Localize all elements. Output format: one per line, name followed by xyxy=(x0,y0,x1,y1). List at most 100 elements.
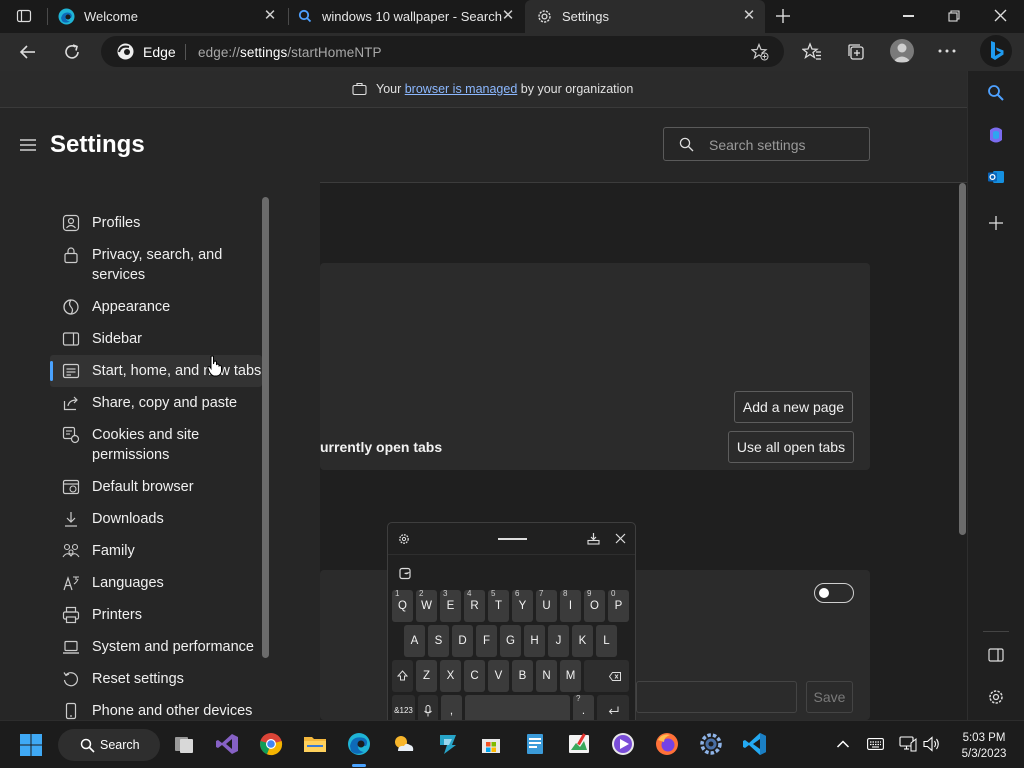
outlook-icon[interactable] xyxy=(987,168,1005,186)
key-j[interactable]: J xyxy=(548,625,569,657)
nav-item-family[interactable]: Family xyxy=(50,541,262,561)
backspace-key[interactable] xyxy=(584,660,629,692)
keyboard-header[interactable] xyxy=(388,523,635,555)
key-n[interactable]: N xyxy=(536,660,557,692)
key-i[interactable]: 8I xyxy=(560,589,581,622)
nav-item-appearance[interactable]: Appearance xyxy=(50,297,262,317)
bing-copilot-icon[interactable] xyxy=(980,35,1012,67)
key-e[interactable]: 3E xyxy=(440,589,461,622)
key-u[interactable]: 7U xyxy=(536,589,557,622)
nav-item-profiles[interactable]: Profiles xyxy=(50,213,262,233)
profile-avatar[interactable] xyxy=(890,39,914,63)
file-explorer-icon[interactable] xyxy=(302,731,328,757)
key-g[interactable]: G xyxy=(500,625,521,657)
key-c[interactable]: C xyxy=(464,660,485,692)
key-k[interactable]: K xyxy=(572,625,593,657)
shift-key[interactable] xyxy=(392,660,413,692)
add-sidebar-app-icon[interactable] xyxy=(988,215,1004,231)
notepad-icon[interactable] xyxy=(522,731,548,757)
back-icon[interactable] xyxy=(18,42,38,62)
taskbar-search-box[interactable]: Search xyxy=(58,729,160,761)
tab-settings[interactable]: Settings ✕ xyxy=(525,0,765,33)
nav-item-start-home-tabs[interactable]: Start, home, and new tabs xyxy=(50,355,262,387)
new-tab-icon[interactable] xyxy=(774,7,792,25)
volume-icon[interactable] xyxy=(923,736,941,752)
tab-actions-icon[interactable] xyxy=(16,8,32,24)
key-t[interactable]: 5T xyxy=(488,589,509,622)
keyboard-settings-icon[interactable] xyxy=(398,533,410,545)
key-x[interactable]: X xyxy=(440,660,461,692)
refresh-icon[interactable] xyxy=(62,42,82,62)
key-w[interactable]: 2W xyxy=(416,589,437,622)
emoji-clipboard-icon[interactable] xyxy=(399,567,412,580)
key-q[interactable]: 1Q xyxy=(392,589,413,622)
nav-scrollbar[interactable] xyxy=(262,197,269,658)
add-new-page-button[interactable]: Add a new page xyxy=(734,391,853,423)
use-all-open-tabs-button[interactable]: Use all open tabs xyxy=(728,431,854,463)
paint-icon[interactable] xyxy=(566,731,592,757)
keyboard-dock-icon[interactable] xyxy=(587,532,600,545)
network-icon[interactable] xyxy=(899,736,917,752)
key-z[interactable]: Z xyxy=(416,660,437,692)
keyboard-icon[interactable] xyxy=(867,738,884,750)
edge-taskbar-icon[interactable] xyxy=(346,731,372,757)
key-h[interactable]: H xyxy=(524,625,545,657)
chrome-icon[interactable] xyxy=(258,731,284,757)
key-f[interactable]: F xyxy=(476,625,497,657)
nav-item-printers[interactable]: Printers xyxy=(50,605,262,625)
restore-icon[interactable] xyxy=(948,10,960,22)
visual-studio-icon[interactable] xyxy=(214,731,240,757)
managed-link[interactable]: browser is managed xyxy=(405,82,518,96)
nav-item-phone[interactable]: Phone and other devices xyxy=(50,701,262,720)
favorite-add-icon[interactable] xyxy=(751,43,769,61)
close-icon[interactable]: ✕ xyxy=(741,8,757,24)
settings-app-icon[interactable] xyxy=(698,731,724,757)
sidebar-settings-icon[interactable] xyxy=(987,688,1005,706)
address-url[interactable]: edge://settings/startHomeNTP xyxy=(198,45,382,60)
key-p[interactable]: 0P xyxy=(608,589,629,622)
microsoft-store-icon[interactable] xyxy=(478,731,504,757)
firefox-icon[interactable] xyxy=(654,731,680,757)
close-window-icon[interactable] xyxy=(993,8,1008,23)
taskbar-clock[interactable]: 5:03 PM 5/3/2023 xyxy=(952,730,1016,762)
key-o[interactable]: 9O xyxy=(584,589,605,622)
nav-item-cookies[interactable]: Cookies and site permissions xyxy=(50,425,262,465)
tab-welcome[interactable]: Welcome ✕ xyxy=(50,0,286,33)
search-icon[interactable] xyxy=(987,84,1005,102)
nav-item-sidebar[interactable]: Sidebar xyxy=(50,329,262,349)
tab-search[interactable]: windows 10 wallpaper - Search ✕ xyxy=(290,0,524,33)
key-v[interactable]: V xyxy=(488,660,509,692)
content-scrollbar[interactable] xyxy=(959,183,966,535)
media-player-icon[interactable] xyxy=(610,731,636,757)
keyboard-drag-handle[interactable] xyxy=(498,538,527,540)
start-windows-icon[interactable] xyxy=(20,734,42,756)
collections-icon[interactable] xyxy=(846,42,866,62)
keyboard-close-icon[interactable] xyxy=(615,533,626,544)
more-options-icon[interactable] xyxy=(938,49,956,53)
minimize-icon[interactable] xyxy=(903,15,914,17)
nav-item-system[interactable]: System and performance xyxy=(50,637,262,657)
office-icon[interactable] xyxy=(987,126,1005,144)
address-bar[interactable]: Edge edge://settings/startHomeNTP xyxy=(101,36,784,67)
search-settings-input[interactable]: Search settings xyxy=(663,127,870,161)
nav-item-reset[interactable]: Reset settings xyxy=(50,669,262,689)
hide-sidebar-icon[interactable] xyxy=(988,648,1004,662)
nav-item-privacy[interactable]: Privacy, search, and services xyxy=(50,245,262,285)
save-button[interactable]: Save xyxy=(806,681,853,713)
key-y[interactable]: 6Y xyxy=(512,589,533,622)
azure-studio-icon[interactable] xyxy=(434,731,460,757)
key-l[interactable]: L xyxy=(596,625,617,657)
weather-icon[interactable] xyxy=(390,731,416,757)
nav-item-languages[interactable]: Languages xyxy=(50,573,262,593)
home-button-toggle[interactable] xyxy=(814,583,854,603)
key-a[interactable]: A xyxy=(404,625,425,657)
nav-item-default-browser[interactable]: Default browser xyxy=(50,477,262,497)
chevron-up-icon[interactable] xyxy=(836,739,850,749)
close-icon[interactable]: ✕ xyxy=(500,8,516,24)
close-icon[interactable]: ✕ xyxy=(262,8,278,24)
favorites-icon[interactable] xyxy=(802,42,822,62)
nav-item-downloads[interactable]: Downloads xyxy=(50,509,262,529)
key-r[interactable]: 4R xyxy=(464,589,485,622)
hamburger-menu-icon[interactable] xyxy=(19,138,37,152)
vscode-icon[interactable] xyxy=(742,731,768,757)
